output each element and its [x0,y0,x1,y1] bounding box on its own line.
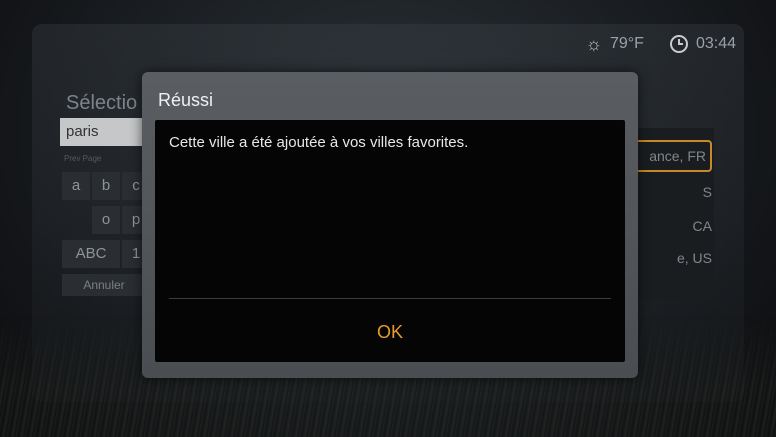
search-input[interactable]: paris [60,118,150,146]
city-item[interactable]: S [703,184,712,200]
page-title: Sélectio [66,92,138,114]
success-dialog: Réussi Cette ville a été ajoutée à vos v… [142,72,638,378]
cancel-button[interactable]: Annuler [62,274,146,296]
key-a[interactable]: a [62,172,90,200]
dialog-body: Cette ville a été ajoutée à vos villes f… [155,120,625,362]
key-o[interactable]: o [92,206,120,234]
key-b[interactable]: b [92,172,120,200]
city-item[interactable]: e, US [677,250,712,266]
prev-page-link[interactable]: Prev Page [64,154,101,163]
key-abc[interactable]: ABC [62,240,120,268]
dialog-title: Réussi [158,90,214,110]
dialog-message: Cette ville a été ajoutée à vos villes f… [169,134,469,151]
city-item[interactable]: CA [693,218,712,234]
ok-button[interactable]: OK [155,316,625,348]
divider [169,298,611,299]
